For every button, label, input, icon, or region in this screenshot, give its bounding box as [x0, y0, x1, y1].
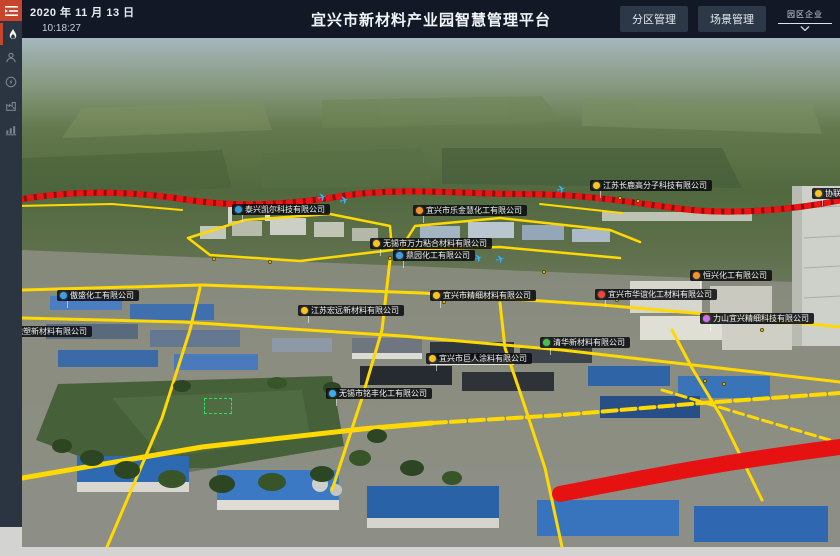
chevron-down-icon	[800, 26, 810, 31]
company-label[interactable]: 宜兴市华谊化工材料有限公司	[595, 289, 717, 300]
label-leader-line	[67, 301, 68, 308]
road-pin-marker	[542, 270, 546, 274]
road-pin-marker	[703, 379, 707, 383]
label-leader-line	[710, 324, 711, 331]
label-leader-line	[308, 316, 309, 323]
label-leader-line	[423, 216, 424, 223]
dropdown-divider	[778, 23, 832, 24]
label-leader-line	[440, 301, 441, 308]
company-name: 清华新材料有限公司	[553, 338, 625, 347]
company-label[interactable]: 兴达泡塑新材料有限公司	[22, 326, 92, 337]
company-label[interactable]: 泰兴凯尔科技有限公司	[232, 204, 330, 215]
label-leader-line	[380, 249, 381, 256]
header-bar: 2020 年 11 月 13 日 10:18:27 宜兴市新材料产业园智慧管理平…	[22, 0, 840, 38]
company-name: 江苏宏远新材料有限公司	[311, 306, 399, 315]
company-name: 宜兴市华谊化工材料有限公司	[608, 290, 712, 299]
company-name: 无锡市铭丰化工有限公司	[339, 389, 427, 398]
sidebar-item-factory[interactable]	[0, 95, 22, 117]
park-enterprise-dropdown[interactable]: 园区企业	[776, 8, 834, 31]
header-actions: 分区管理 场景管理 园区企业	[620, 0, 834, 38]
current-time: 10:18:27	[42, 23, 135, 34]
company-label[interactable]: 清华新材料有限公司	[540, 337, 630, 348]
label-leader-line	[436, 364, 437, 371]
selection-box	[204, 398, 232, 414]
company-name: 恒兴化工有限公司	[703, 271, 767, 280]
menu-icon	[5, 6, 18, 16]
company-category-icon	[373, 240, 380, 247]
label-leader-line	[550, 348, 551, 355]
company-label[interactable]: 恒兴化工有限公司	[690, 270, 772, 281]
company-category-icon	[593, 182, 600, 189]
company-name: 宜兴市精细材料有限公司	[443, 291, 531, 300]
company-category-icon	[301, 307, 308, 314]
sidebar-item-energy[interactable]	[0, 71, 22, 93]
road-pin-marker	[212, 257, 216, 261]
sidebar-item-personnel[interactable]	[0, 47, 22, 69]
company-category-icon	[429, 355, 436, 362]
company-category-icon	[543, 339, 550, 346]
company-category-icon	[598, 291, 605, 298]
company-category-icon	[396, 252, 403, 259]
company-label[interactable]: 鼎园化工有限公司	[393, 250, 475, 261]
label-leader-line	[822, 199, 823, 206]
company-label[interactable]: 力山宜兴精细科技有限公司	[700, 313, 814, 324]
company-label[interactable]: 宜兴市乐金慧化工有限公司	[413, 205, 527, 216]
company-name: 无锡市万力粘合材料有限公司	[383, 239, 487, 248]
company-category-icon	[235, 206, 242, 213]
sidebar-item-fire-monitor[interactable]	[0, 23, 22, 45]
company-name: 傲盛化工有限公司	[70, 291, 134, 300]
company-name: 力山宜兴精细科技有限公司	[713, 314, 809, 323]
label-leader-line	[605, 300, 606, 307]
company-category-icon	[433, 292, 440, 299]
scene-management-button[interactable]: 场景管理	[698, 6, 766, 32]
company-label[interactable]: 宜兴市巨人涂料有限公司	[426, 353, 532, 364]
menu-toggle-button[interactable]	[0, 0, 22, 21]
label-leader-line	[600, 191, 601, 198]
company-category-icon	[693, 272, 700, 279]
app-window: 2020 年 11 月 13 日 10:18:27 宜兴市新材料产业园智慧管理平…	[0, 0, 840, 556]
company-category-icon	[60, 292, 67, 299]
company-label[interactable]: 傲盛化工有限公司	[57, 290, 139, 301]
zone-management-button[interactable]: 分区管理	[620, 6, 688, 32]
label-leader-line	[242, 215, 243, 222]
company-label[interactable]: 协联热电有限公司	[812, 188, 840, 199]
road-pin-marker	[722, 382, 726, 386]
map-3d-view[interactable]: 泰兴凯尔科技有限公司 宜兴市乐金慧化工有限公司 无锡市万力粘合材料有限公司 鼎园…	[22, 38, 840, 547]
road-pin-marker	[268, 260, 272, 264]
park-enterprise-label: 园区企业	[787, 9, 823, 20]
company-name: 宜兴市巨人涂料有限公司	[439, 354, 527, 363]
sidebar	[0, 0, 22, 527]
company-name: 协联热电有限公司	[825, 189, 840, 198]
company-category-icon	[416, 207, 423, 214]
company-name: 鼎园化工有限公司	[406, 251, 470, 260]
road-pin-marker	[388, 256, 392, 260]
flame-icon	[7, 28, 19, 41]
datetime-display: 2020 年 11 月 13 日 10:18:27	[30, 4, 135, 34]
company-category-icon	[703, 315, 710, 322]
road-pin-marker	[636, 199, 640, 203]
road-pin-marker	[618, 196, 622, 200]
company-label[interactable]: 无锡市万力粘合材料有限公司	[370, 238, 492, 249]
company-category-icon	[329, 390, 336, 397]
company-name: 泰兴凯尔科技有限公司	[245, 205, 325, 214]
bar-chart-icon	[5, 124, 17, 136]
company-name: 兴达泡塑新材料有限公司	[22, 327, 87, 336]
company-label[interactable]: 江苏长鹿高分子科技有限公司	[590, 180, 712, 191]
factory-icon	[5, 100, 17, 112]
company-name: 江苏长鹿高分子科技有限公司	[603, 181, 707, 190]
company-label[interactable]: 无锡市铭丰化工有限公司	[326, 388, 432, 399]
label-leader-line	[336, 399, 337, 406]
label-leader-line	[700, 281, 701, 288]
company-label[interactable]: 宜兴市精细材料有限公司	[430, 290, 536, 301]
sidebar-item-statistics[interactable]	[0, 119, 22, 141]
label-leader-line	[403, 261, 404, 268]
person-icon	[5, 52, 17, 64]
company-name: 宜兴市乐金慧化工有限公司	[426, 206, 522, 215]
company-label[interactable]: 江苏宏远新材料有限公司	[298, 305, 404, 316]
company-category-icon	[815, 190, 822, 197]
gauge-icon	[5, 76, 17, 88]
current-date: 2020 年 11 月 13 日	[30, 4, 135, 20]
road-pin-marker	[760, 328, 764, 332]
